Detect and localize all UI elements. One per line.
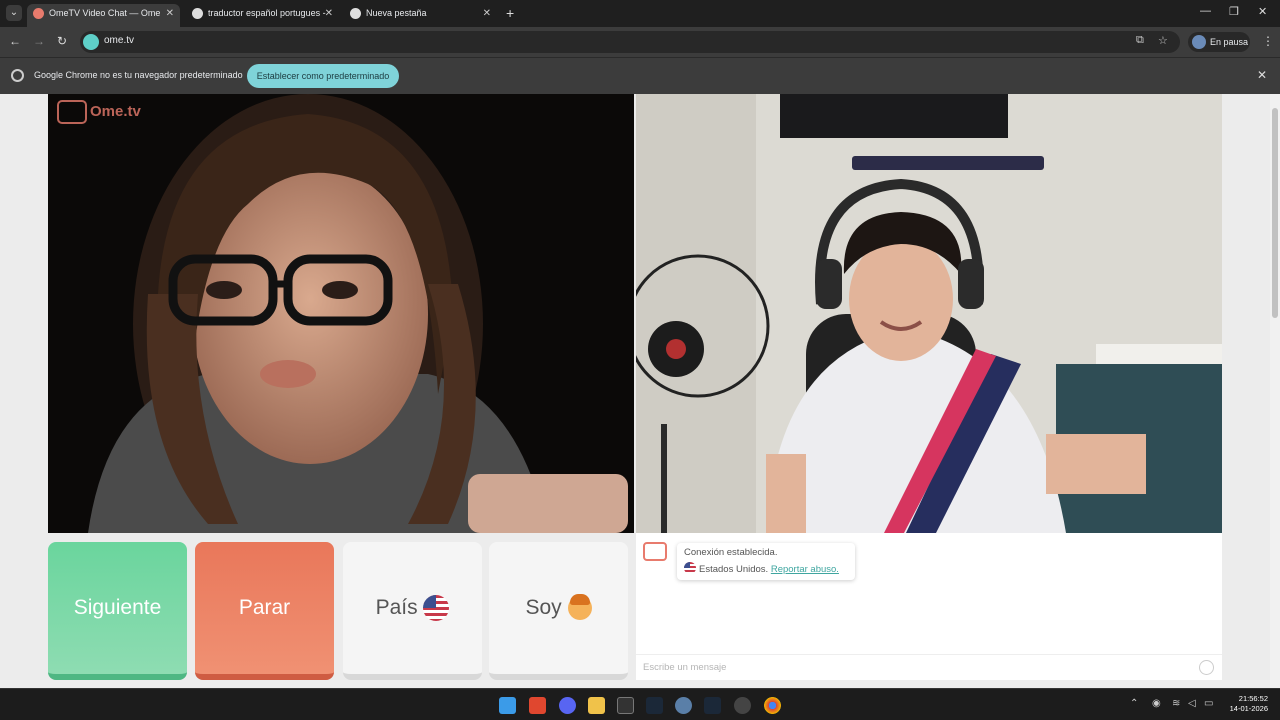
remote-video [636,94,1222,533]
report-abuse-link[interactable]: Reportar abuso. [771,564,839,575]
country-button[interactable]: País [343,542,482,680]
set-default-button[interactable]: Establecer como predeterminado [247,64,399,88]
tv-icon [57,100,87,124]
brave-icon[interactable] [529,697,546,714]
stranger-country: Estados Unidos. [699,564,769,575]
tab-search-icon[interactable]: ⌄ [6,5,22,21]
file-explorer-icon[interactable] [588,697,605,714]
clock-time: 21:56:52 [1238,694,1268,703]
tab-ometv[interactable]: OmeTV Video Chat — Ome ✕ [27,4,180,27]
ometv-logo: Ome.tv [57,100,141,124]
avatar [1192,35,1206,49]
connection-status: Conexión establecida. [684,547,778,558]
maximize-icon[interactable]: ❐ [1229,5,1239,18]
logo-text: Ome.tv [90,102,141,120]
page-scrollbar[interactable] [1270,94,1280,688]
steam-icon[interactable] [704,697,721,714]
chrome-favicon-icon [350,8,361,19]
close-infobar-icon[interactable]: ✕ [1257,68,1267,82]
more-menu-icon[interactable]: ⋮ [1262,34,1274,48]
discord-icon[interactable] [559,697,576,714]
back-icon[interactable]: ← [9,34,21,48]
country-line: Estados Unidos. Reportar abuso. [684,562,839,575]
chrome-icon[interactable] [764,697,781,714]
next-button[interactable]: Siguiente [48,542,187,680]
close-window-icon[interactable]: ✕ [1258,5,1267,18]
emoji-icon[interactable] [1199,660,1214,675]
wifi-icon[interactable]: ≋ [1172,698,1180,709]
system-message: Conexión establecida. Estados Unidos. Re… [677,543,855,580]
next-label: Siguiente [73,596,162,619]
new-tab-icon[interactable]: + [506,5,514,21]
gender-button[interactable]: Soy [489,542,628,680]
taskbar: ⌃ ◉ ≋ ◁ ▭ 21:56:52 14-01-2026 [0,688,1280,720]
tray-chevron-icon[interactable]: ⌃ [1130,698,1138,709]
country-label: País [375,596,418,619]
local-video: Ome.tv [48,94,634,533]
tab-new-tab[interactable]: Nueva pestaña ✕ [344,4,497,27]
tab-label: traductor español portugues - [208,8,326,18]
close-tab-icon[interactable]: ✕ [325,4,333,23]
ometv-chat-logo-icon [643,542,667,561]
clock-date: 14-01-2026 [1229,704,1268,713]
tab-translator[interactable]: traductor español portugues - ✕ [186,4,339,27]
stop-label: Parar [238,596,291,619]
address-bar[interactable]: ome.tv ⧉ ☆ [80,31,1180,53]
close-tab-icon[interactable]: ✕ [166,4,174,23]
ometv-page: Ome.tv Siguiente Parar País Soy Conexión… [0,94,1280,688]
microphone-icon[interactable]: ◉ [1152,698,1161,709]
settings-gear-icon[interactable] [675,697,692,714]
local-video-image [48,94,634,533]
infobar-message: Google Chrome no es tu navegador predete… [34,70,243,80]
profile-label: En pausa [1210,37,1249,47]
browser-toolbar: ← → ↻ ome.tv ⧉ ☆ En pausa ⋮ [0,27,1280,57]
windows-start-icon[interactable] [499,697,516,714]
reload-icon[interactable]: ↻ [57,34,67,48]
tab-strip: ⌄ OmeTV Video Chat — Ome ✕ traductor esp… [0,0,1280,27]
stop-button[interactable]: Parar [195,542,334,680]
ometv-favicon-icon [33,8,44,19]
message-input[interactable] [636,654,1222,680]
scrollbar-thumb[interactable] [1272,108,1278,318]
chat-panel: Conexión establecida. Estados Unidos. Re… [636,533,1222,680]
bookmark-star-icon[interactable]: ☆ [1158,34,1168,47]
remote-video-image [636,94,1222,533]
steam-icon[interactable] [646,697,663,714]
close-tab-icon[interactable]: ✕ [483,4,491,23]
site-info-icon[interactable] [83,34,99,50]
default-browser-infobar: Google Chrome no es tu navegador predete… [0,57,1280,94]
url-text: ome.tv [104,35,135,46]
profile-button[interactable]: En pausa [1188,32,1250,52]
volume-icon[interactable]: ◁ [1188,698,1196,709]
minimize-icon[interactable]: — [1200,5,1211,17]
app-icon[interactable] [734,697,751,714]
forward-icon[interactable]: → [33,34,45,48]
clock[interactable]: 21:56:52 14-01-2026 [1222,694,1268,714]
chrome-icon [11,69,24,82]
us-flag-icon [423,595,450,622]
battery-icon[interactable]: ▭ [1204,698,1213,709]
cast-icon[interactable]: ⧉ [1136,34,1144,47]
tab-label: OmeTV Video Chat — Ome [49,8,161,18]
gender-label: Soy [525,596,562,619]
tab-label: Nueva pestaña [366,8,427,18]
boy-emoji-icon [567,594,592,621]
us-flag-icon [684,562,696,574]
google-favicon-icon [192,8,203,19]
epic-games-icon[interactable] [617,697,634,714]
